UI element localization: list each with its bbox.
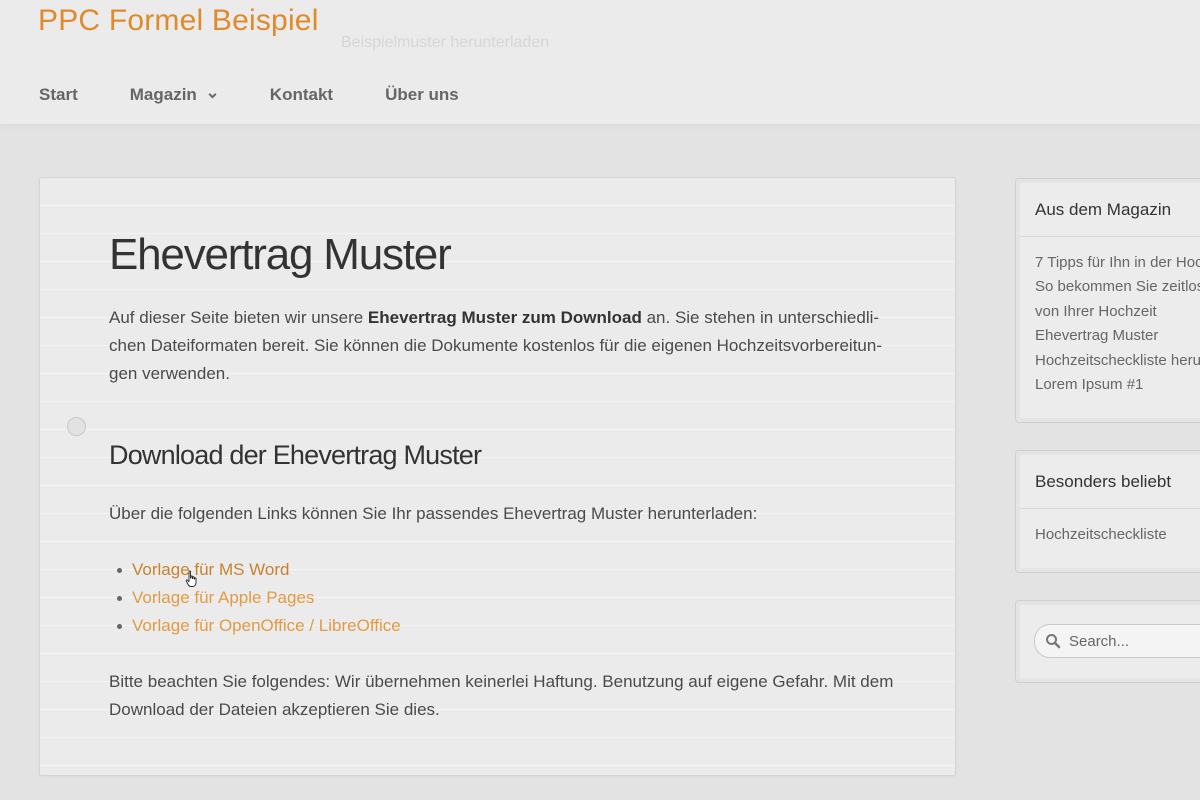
nav-item-label: Start bbox=[39, 85, 78, 104]
search-icon bbox=[1046, 634, 1061, 649]
magazine-link[interactable]: Ehevertrag Muster bbox=[1035, 324, 1200, 348]
magazine-list: 7 Tipps für Ihn in der Hoc So bekommen S… bbox=[1035, 251, 1200, 397]
hand-cursor-icon bbox=[185, 570, 197, 587]
popular-list: Hochzeitscheckliste bbox=[1035, 523, 1167, 547]
nav-item-label: Magazin bbox=[129, 85, 197, 104]
download-link-ms-word[interactable]: Vorlage für MS Word bbox=[132, 560, 289, 579]
widget-popular: Besonders beliebt Hochzeitscheckliste bbox=[1015, 450, 1200, 573]
widget-header: Besonders beliebt bbox=[1020, 455, 1200, 509]
site-tagline: Beispielmuster herunterladen bbox=[341, 34, 550, 51]
download-link-openoffice[interactable]: Vorlage für OpenOffice / LibreOffice bbox=[132, 616, 401, 635]
site-header: PPC Formel Beispiel Beispielmuster herun… bbox=[0, 0, 1200, 125]
magazine-link[interactable]: 7 Tipps für Ihn in der Hoc bbox=[1035, 251, 1200, 275]
main-nav: Start Magazin Kontakt Über uns bbox=[39, 84, 459, 106]
chevron-down-icon bbox=[208, 92, 217, 99]
download-link-apple-pages[interactable]: Vorlage für Apple Pages bbox=[132, 588, 314, 607]
widget-title: Aus dem Magazin bbox=[1035, 200, 1172, 219]
list-item: Vorlage für MS Word bbox=[109, 556, 401, 584]
list-item: Vorlage für Apple Pages bbox=[109, 584, 401, 612]
nav-item-magazin[interactable]: Magazin bbox=[130, 85, 218, 105]
intro-bold-text: Ehevertrag Muster zum Download bbox=[367, 308, 642, 327]
magazine-link[interactable]: von Ihrer Hochzeit bbox=[1035, 300, 1200, 324]
widget-search bbox=[1015, 600, 1200, 683]
magazine-link[interactable]: Lorem Ipsum #1 bbox=[1035, 373, 1200, 397]
page-title: Ehevertrag Muster bbox=[109, 230, 452, 279]
nav-item-ueber-uns[interactable]: Über uns bbox=[385, 85, 459, 105]
nav-item-start[interactable]: Start bbox=[39, 85, 78, 105]
bullet-icon bbox=[117, 596, 122, 601]
widget-magazine: Aus dem Magazin 7 Tipps für Ihn in der H… bbox=[1015, 178, 1200, 423]
bullet-icon bbox=[117, 624, 122, 629]
section-title: Download der Ehevertrag Muster bbox=[109, 440, 482, 470]
nav-item-label: Über uns bbox=[385, 85, 459, 104]
article-card: Ehevertrag Muster Auf dieser Seite biete… bbox=[39, 177, 956, 776]
bullet-icon bbox=[117, 568, 122, 573]
download-list: Vorlage für MS Word Vorlage für Apple Pa… bbox=[109, 556, 401, 640]
disclaimer-paragraph: Bitte beachten Sie folgendes: Wir überne… bbox=[109, 672, 894, 719]
intro-text-start: Auf dieser Seite bieten wir unsere bbox=[109, 308, 368, 327]
widget-title: Besonders beliebt bbox=[1035, 472, 1172, 491]
widget-header: Aus dem Magazin bbox=[1020, 183, 1200, 237]
magazine-link[interactable]: So bekommen Sie zeitlos bbox=[1035, 275, 1200, 299]
search-box bbox=[1034, 624, 1200, 658]
site-title[interactable]: PPC Formel Beispiel bbox=[38, 4, 319, 38]
circle-marker bbox=[67, 417, 86, 436]
magazine-link[interactable]: Hochzeitscheckliste heru bbox=[1035, 349, 1200, 373]
search-input[interactable] bbox=[1069, 631, 1200, 651]
popular-link[interactable]: Hochzeitscheckliste bbox=[1035, 523, 1167, 547]
list-item: Vorlage für OpenOffice / LibreOffice bbox=[109, 612, 401, 640]
intro-paragraph: Auf dieser Seite bieten wir unsere Eheve… bbox=[109, 304, 909, 388]
nav-item-kontakt[interactable]: Kontakt bbox=[270, 85, 333, 105]
section-text: Über die folgenden Links können Sie Ihr … bbox=[109, 504, 758, 523]
nav-item-label: Kontakt bbox=[269, 85, 334, 104]
